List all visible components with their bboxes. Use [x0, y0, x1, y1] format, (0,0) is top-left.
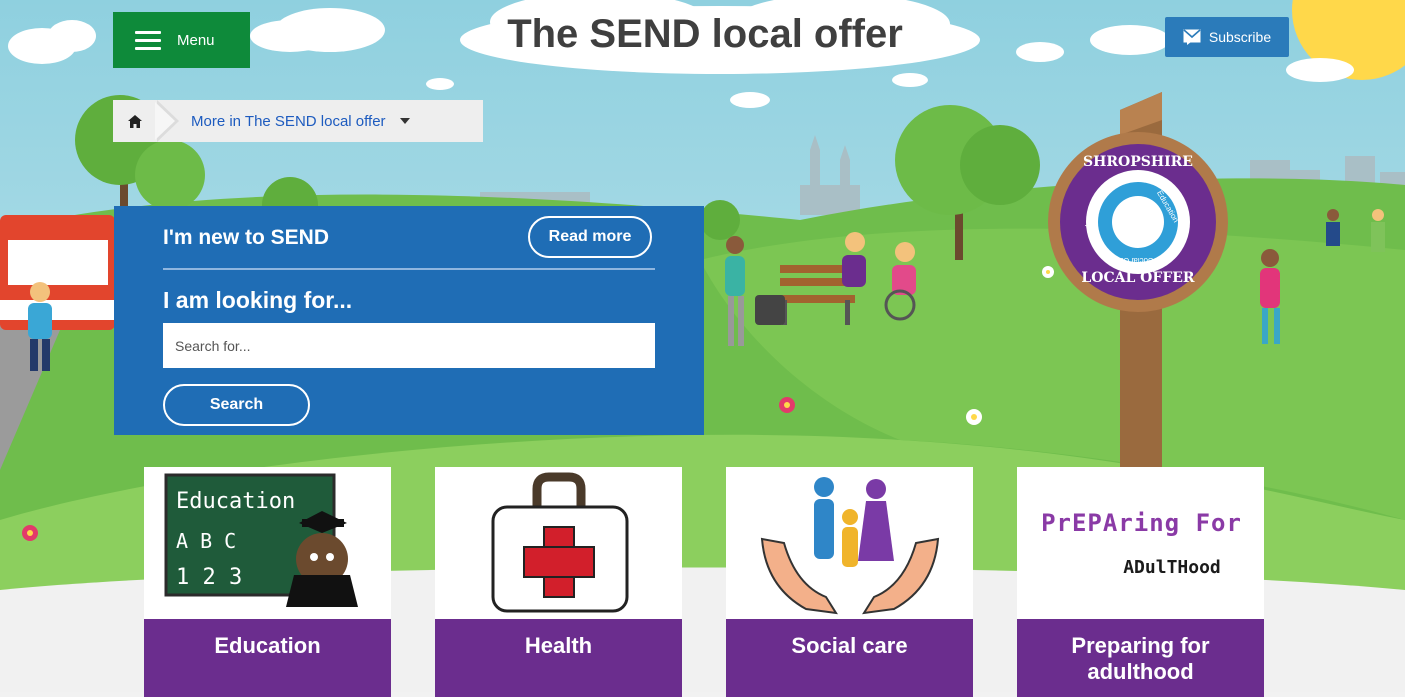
chalkboard-line-2: A B C — [176, 529, 237, 553]
shropshire-local-offer-sign: SHROPSHIRE LOCAL OFFER Health Education … — [1060, 148, 1216, 298]
preparing-for-adulthood-illustration: PrEPAring For ADulTHood — [1017, 467, 1264, 619]
health-card[interactable]: Health — [435, 467, 682, 697]
home-icon — [128, 114, 142, 128]
sign-ring-social-care: Social Care — [1112, 256, 1154, 265]
preparing-for-adulthood-card[interactable]: PrEPAring For ADulTHood Preparing for ad… — [1017, 467, 1264, 697]
menu-button[interactable]: Menu — [113, 12, 250, 68]
preparing-for-adulthood-card-label: Preparing for adulthood — [1017, 619, 1264, 697]
education-illustration: Education A B C 1 2 3 — [144, 467, 391, 619]
breadcrumb-home[interactable] — [113, 100, 157, 142]
education-card-label: Education — [144, 619, 391, 697]
looking-for-heading: I am looking for... — [163, 287, 353, 313]
panel-divider — [163, 268, 655, 270]
envelope-icon — [1183, 29, 1201, 45]
sign-top-text: SHROPSHIRE — [1083, 154, 1193, 170]
sign-bottom-text: LOCAL OFFER — [1081, 270, 1195, 286]
social-care-card-label: Social care — [726, 619, 973, 697]
social-care-card[interactable]: Social care — [726, 467, 973, 697]
education-card[interactable]: Education A B C 1 2 3 Education — [144, 467, 391, 697]
subscribe-button[interactable]: Subscribe — [1165, 17, 1289, 57]
menu-label: Menu — [177, 31, 215, 49]
health-card-label: Health — [435, 619, 682, 697]
breadcrumb: More in The SEND local offer — [113, 100, 483, 142]
first-aid-kit-icon — [435, 467, 682, 619]
hamburger-icon — [135, 26, 161, 55]
search-button[interactable]: Search — [163, 384, 310, 426]
pfa-art-line-2: ADulTHood — [1123, 557, 1221, 578]
pfa-art-line-1: PrEPAring For — [1041, 509, 1242, 537]
read-more-button[interactable]: Read more — [528, 216, 652, 258]
sign-ring-education: Education — [1155, 188, 1181, 225]
breadcrumb-more-link[interactable]: More in The SEND local offer — [191, 113, 386, 130]
chalkboard-line-1: Education — [176, 489, 296, 514]
subscribe-label: Subscribe — [1208, 29, 1272, 45]
page-title: The SEND local offer — [507, 12, 903, 56]
chalkboard-line-3: 1 2 3 — [176, 565, 243, 590]
new-to-send-heading: I'm new to SEND — [163, 226, 330, 249]
breadcrumb-separator — [155, 100, 179, 142]
search-input[interactable] — [163, 323, 655, 368]
chevron-down-icon[interactable] — [399, 118, 410, 124]
sign-ring-health: Health — [1083, 204, 1100, 229]
family-in-hands-icon — [726, 467, 973, 619]
